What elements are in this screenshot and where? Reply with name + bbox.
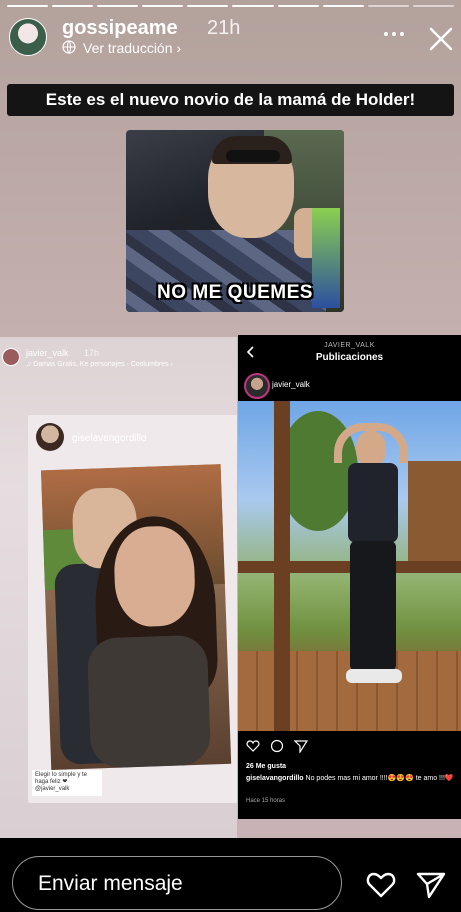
progress-segment <box>142 5 184 7</box>
translate-label: Ver traducción <box>83 40 173 56</box>
avatar[interactable] <box>9 18 47 56</box>
heart-icon[interactable] <box>366 871 396 899</box>
progress-segment <box>412 5 454 7</box>
note-text: Elegir lo simple y te haga feliz ❤ <box>35 772 88 785</box>
post-account: JAVIER_VALK <box>324 342 375 349</box>
post-caption: giselavangordillo No podes mas mi amor !… <box>246 774 456 784</box>
progress-segment <box>7 5 49 7</box>
music-label: ♫ Damas Gratis, Ke personajes · Costumbr… <box>26 361 173 368</box>
screenshot-story: javier_valk 17h ♫ Damas Gratis, Ke perso… <box>0 337 237 838</box>
progress-segment <box>322 5 364 7</box>
story-time: 21h <box>207 17 241 39</box>
caption-text: No podes mas mi amor !!!!😍😍😍 te amo !!!❤… <box>305 775 454 782</box>
message-placeholder: Enviar mensaje <box>38 872 183 895</box>
progress-segment <box>232 5 274 7</box>
couple-photo <box>40 463 232 771</box>
tagged-username: giselavangordillo <box>72 433 147 444</box>
headline-banner: Este es el nuevo novio de la mamá de Hol… <box>7 84 454 116</box>
heart-icon <box>246 740 260 752</box>
comment-icon <box>270 739 284 753</box>
story-view: gossipeame 21h Ver traducción › Este es … <box>0 0 461 912</box>
meme-image: NO ME QUEMES <box>126 130 344 312</box>
likes-count: 26 Me gusta <box>246 763 287 770</box>
story-progress <box>7 5 454 7</box>
note-mention: @javier_valk <box>35 786 70 792</box>
username[interactable]: gossipeame <box>62 17 178 40</box>
meme-caption: NO ME QUEMES <box>157 282 313 303</box>
avatar <box>2 348 20 366</box>
progress-segment <box>277 5 319 7</box>
translate-icon <box>62 40 76 54</box>
photo-note: Elegir lo simple y te haga feliz ❤ @javi… <box>32 770 102 796</box>
chevron-right-icon: › <box>176 40 182 56</box>
caption-username: giselavangordillo <box>246 775 304 782</box>
progress-segment <box>52 5 94 7</box>
post-photo <box>238 401 461 731</box>
more-icon[interactable] <box>382 26 406 42</box>
translate-link[interactable]: Ver traducción › <box>83 40 181 56</box>
post-screen-title: Publicaciones <box>315 352 384 363</box>
screenshot-post: JAVIER_VALK Publicaciones javier_valk 26… <box>238 335 461 819</box>
post-time: Hace 15 horas <box>246 798 286 804</box>
avatar <box>244 373 270 399</box>
post-actions <box>246 739 316 753</box>
send-icon <box>294 740 308 753</box>
progress-segment <box>97 5 139 7</box>
post-username: javier_valk <box>272 380 310 389</box>
close-icon[interactable] <box>428 26 454 52</box>
avatar <box>36 423 64 451</box>
screenshot-username: javier_valk <box>26 348 69 358</box>
screenshot-time: 17h <box>84 348 100 358</box>
progress-segment <box>367 5 409 7</box>
progress-segment <box>187 5 229 7</box>
send-icon[interactable] <box>416 871 446 899</box>
